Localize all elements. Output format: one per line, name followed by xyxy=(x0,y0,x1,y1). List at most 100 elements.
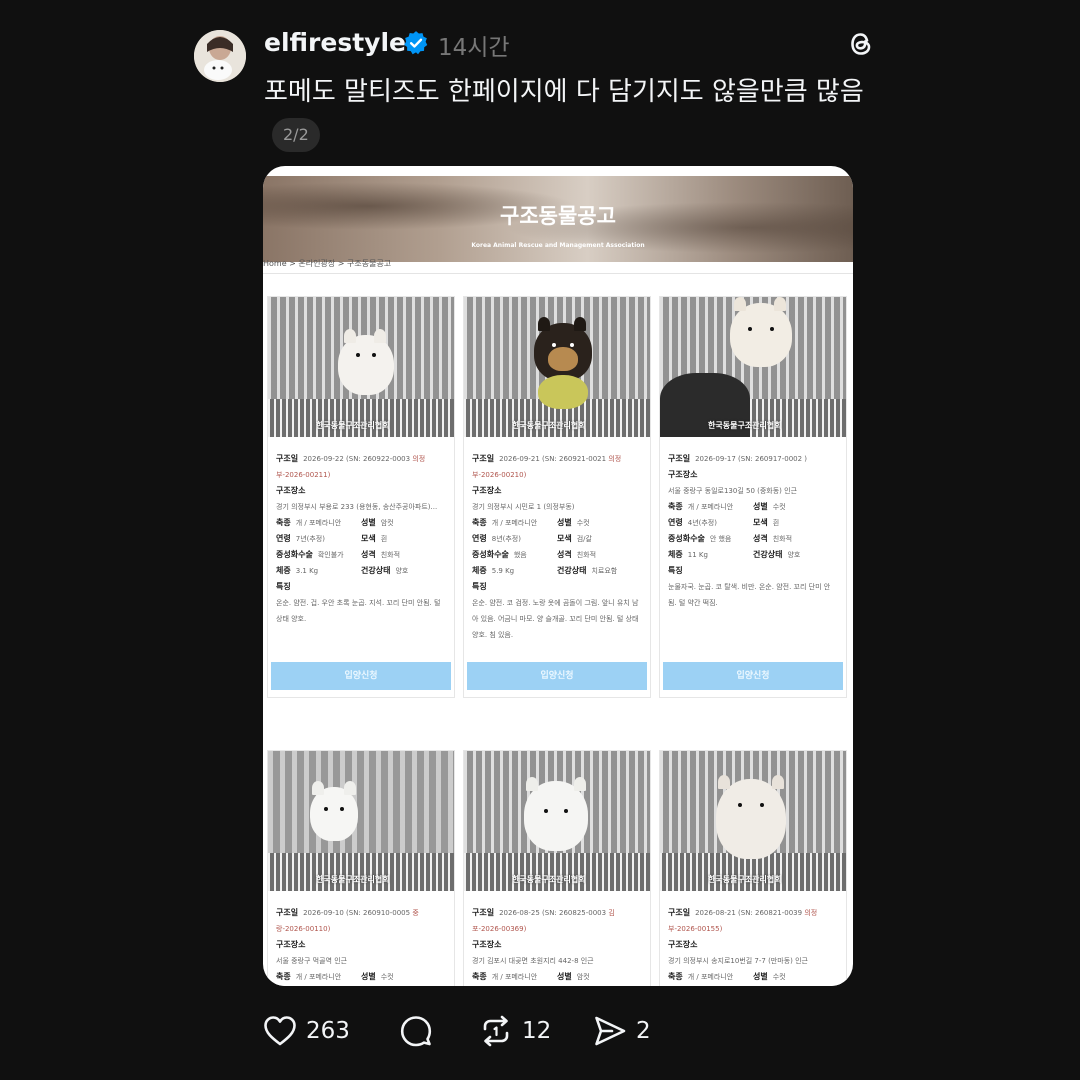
label-health: 건강상태 xyxy=(557,566,587,575)
share-button[interactable]: 2 xyxy=(592,1011,651,1051)
comment-icon xyxy=(400,1016,432,1047)
label-sex: 성별 xyxy=(753,502,768,511)
dog-photo: 한국동물구조관리협회 xyxy=(268,297,454,437)
label-breed: 축종 xyxy=(668,502,683,511)
adopt-button[interactable]: 입양신청 xyxy=(467,662,647,690)
sex: 수컷 xyxy=(576,519,590,527)
banner-subtitle: Korea Animal Rescue and Management Assoc… xyxy=(471,242,645,249)
label-rescue-date: 구조일 xyxy=(276,908,299,917)
age: 7년(추정) xyxy=(295,535,325,543)
personality: 친화적 xyxy=(772,535,793,543)
animal-card[interactable]: 한국동물구조관리협회 구조일 2026-09-21 (SN: 260921-002… xyxy=(463,296,651,698)
photo-watermark: 한국동물구조관리협회 xyxy=(316,421,390,430)
like-button[interactable]: 263 xyxy=(262,1011,350,1051)
adopt-button[interactable]: 입양신청 xyxy=(663,662,843,690)
label-features: 특징 xyxy=(668,566,683,575)
serial-number: (SN: 260917-0002 ) xyxy=(738,455,808,463)
animal-card[interactable]: 한국동물구조관리협회 구조일 2026-08-21 (SN: 260821-003… xyxy=(659,750,847,986)
attached-image[interactable]: 구조동물공고 Korea Animal Rescue and Managemen… xyxy=(263,166,853,986)
threads-logo-icon[interactable] xyxy=(845,28,877,60)
animal-card[interactable]: 한국동물구조관리협회 구조일 2026-09-10 (SN: 260910-000… xyxy=(267,750,455,986)
photo-watermark: 한국동물구조관리협회 xyxy=(708,875,782,884)
rescue-date: 2026-08-21 xyxy=(695,909,736,917)
label-health: 건강상태 xyxy=(753,550,783,559)
repost-count: 12 xyxy=(522,1018,552,1044)
serial-number: (SN: 260921-0021 xyxy=(542,455,607,463)
serial-number: (SN: 260922-0003 xyxy=(346,455,411,463)
label-rescue-date: 구조일 xyxy=(472,908,495,917)
rescue-place: 경기 의정부시 부용로 233 (용현동, 송산주공아파트)... xyxy=(276,503,438,511)
features: 온순. 얌전. 겁. 우안 초록 눈곱. 지석. 꼬리 단미 안됨. 털 상태 … xyxy=(276,599,441,623)
label-sex: 성별 xyxy=(361,972,376,981)
rescue-date: 2026-09-10 xyxy=(303,909,344,917)
label-rescue-date: 구조일 xyxy=(276,454,299,463)
serial-number: (SN: 260910-0005 xyxy=(346,909,411,917)
label-sex: 성별 xyxy=(557,972,572,981)
label-weight: 체중 xyxy=(276,566,291,575)
post-actions: 263 12 2 xyxy=(262,1011,682,1051)
dog-photo: 한국동물구조관리협회 xyxy=(660,751,846,891)
sex: 암컷 xyxy=(576,973,590,981)
label-personality: 성격 xyxy=(361,550,376,559)
label-rescue-date: 구조일 xyxy=(472,454,495,463)
post-body: 포메도 말티즈도 한페이지에 다 담기지도 않을만큼 많음 xyxy=(264,77,864,107)
label-age: 연령 xyxy=(472,534,487,543)
label-color: 모색 xyxy=(753,518,768,527)
label-rescue-date: 구조일 xyxy=(668,454,691,463)
label-breed: 축종 xyxy=(472,972,487,981)
age: 8년(추정) xyxy=(491,535,521,543)
sex: 암컷 xyxy=(380,519,394,527)
label-features: 특징 xyxy=(472,582,487,591)
coat-color: 검/갈 xyxy=(576,535,592,543)
breed: 개 / 포메라니안 xyxy=(491,519,538,527)
adopt-button[interactable]: 입양신청 xyxy=(271,662,451,690)
health: 양호 xyxy=(787,551,801,559)
rescue-place: 경기 의정부시 송지로10번길 7-7 (만마동) 인근 xyxy=(668,957,808,965)
personality: 친화적 xyxy=(380,551,401,559)
label-place: 구조장소 xyxy=(472,486,502,495)
post-text: 포메도 말티즈도 한페이지에 다 담기지도 않을만큼 많음 2/2 xyxy=(264,70,874,160)
breed: 개 / 포메라니안 xyxy=(687,503,734,511)
dog-photo: 한국동물구조관리협회 xyxy=(464,297,650,437)
rescue-date: 2026-09-22 xyxy=(303,455,344,463)
rescue-place: 서울 중랑구 먹골역 인근 xyxy=(276,957,348,965)
label-color: 모색 xyxy=(361,534,376,543)
weight: 5.9 Kg xyxy=(491,567,515,575)
repost-button[interactable]: 12 xyxy=(478,1011,551,1051)
photo-watermark: 한국동물구조관리협회 xyxy=(316,875,390,884)
animal-card[interactable]: 한국동물구조관리협회 구조일 2026-09-17 (SN: 260917-000… xyxy=(659,296,847,698)
rescue-date: 2026-09-17 xyxy=(695,455,736,463)
photo-watermark: 한국동물구조관리협회 xyxy=(708,421,782,430)
banner-title: 구조동물공고 xyxy=(500,204,616,228)
label-sex: 성별 xyxy=(753,972,768,981)
weight: 3.1 Kg xyxy=(295,567,319,575)
health: 치료요함 xyxy=(591,567,618,575)
label-age: 연령 xyxy=(276,534,291,543)
avatar[interactable] xyxy=(194,30,246,82)
label-place: 구조장소 xyxy=(276,486,306,495)
weight: 11 Kg xyxy=(687,551,708,559)
rescue-place: 경기 김포시 대곶면 초원지리 442-8 인근 xyxy=(472,957,594,965)
animal-card[interactable]: 한국동물구조관리협회 구조일 2026-09-22 (SN: 260922-000… xyxy=(267,296,455,698)
features: 눈물자국. 눈곱. 코 탈색. 비만. 온순. 얌전. 꼬리 단미 안됨. 털 … xyxy=(668,583,831,607)
verified-badge-icon xyxy=(404,31,428,55)
label-breed: 축종 xyxy=(668,972,683,981)
breed: 개 / 포메라니안 xyxy=(687,973,734,981)
serial-number: (SN: 260821-0039 xyxy=(738,909,803,917)
neuter: 안 했음 xyxy=(709,535,732,543)
coat-color: 흰 xyxy=(380,535,388,543)
label-personality: 성격 xyxy=(557,550,572,559)
label-breed: 축종 xyxy=(276,518,291,527)
username[interactable]: elfirestyle xyxy=(264,28,406,57)
dog-photo: 한국동물구조관리협회 xyxy=(268,751,454,891)
label-sex: 성별 xyxy=(361,518,376,527)
breed: 개 / 포메라니안 xyxy=(295,519,342,527)
animal-card[interactable]: 한국동물구조관리협회 구조일 2026-08-25 (SN: 260825-000… xyxy=(463,750,651,986)
label-neuter: 중성화수술 xyxy=(276,550,313,559)
reply-button[interactable] xyxy=(398,1011,442,1051)
label-weight: 체중 xyxy=(472,566,487,575)
repost-icon xyxy=(483,1015,509,1047)
like-count: 263 xyxy=(306,1018,350,1044)
age: 4년(추정) xyxy=(687,519,717,527)
label-features: 특징 xyxy=(276,582,291,591)
